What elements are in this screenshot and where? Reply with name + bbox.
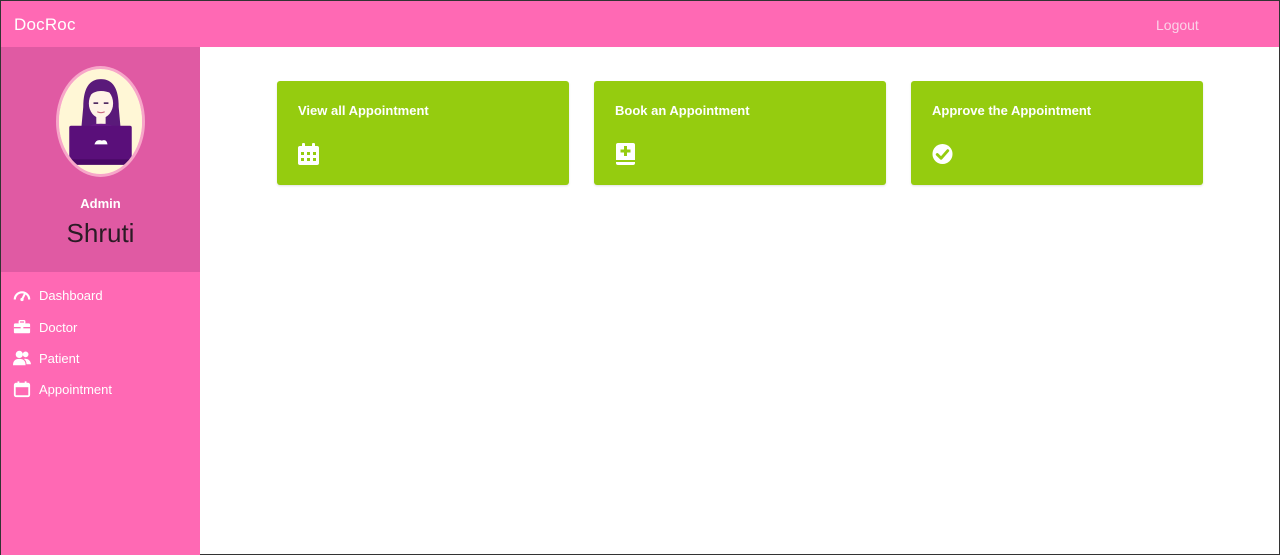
approve-appointment-card[interactable]: Approve the Appointment [911, 81, 1203, 185]
user-role: Admin [80, 196, 121, 211]
medical-book-icon [616, 143, 635, 165]
view-appointments-card[interactable]: View all Appointment [277, 81, 569, 185]
app-frame: DocRoc Logout Admin Shruti Dashboard Doc… [0, 0, 1280, 555]
brand-logo[interactable]: DocRoc [14, 15, 76, 35]
avatar [56, 66, 145, 177]
sidebar-item-label: Patient [39, 350, 80, 366]
sidebar-item-patient[interactable]: Patient [13, 348, 193, 368]
sidebar-item-label: Appointment [39, 381, 112, 397]
woman-at-laptop-avatar [59, 69, 142, 174]
card-title: View all Appointment [298, 103, 429, 118]
sidebar: Admin Shruti Dashboard Doctor Patient Ap… [1, 47, 200, 555]
briefcase-icon [13, 319, 31, 334]
check-circle-icon [932, 143, 953, 165]
sidebar-item-label: Doctor [39, 319, 78, 335]
calendar-icon [13, 381, 31, 398]
card-title: Book an Appointment [615, 103, 750, 118]
top-navbar: DocRoc Logout [1, 1, 1279, 47]
card-title: Approve the Appointment [932, 103, 1092, 118]
speedometer-icon [13, 291, 31, 302]
book-appointment-card[interactable]: Book an Appointment [594, 81, 886, 185]
sidebar-item-appointment[interactable]: Appointment [13, 379, 193, 399]
users-icon [13, 350, 31, 366]
sidebar-item-doctor[interactable]: Doctor [13, 317, 193, 337]
user-name: Shruti [66, 218, 135, 248]
sidebar-item-label: Dashboard [39, 287, 103, 303]
profile-panel: Admin Shruti [1, 47, 200, 272]
calendar-grid-icon [298, 143, 319, 165]
sidebar-item-dashboard[interactable]: Dashboard [13, 285, 193, 305]
logout-link[interactable]: Logout [1156, 17, 1199, 33]
